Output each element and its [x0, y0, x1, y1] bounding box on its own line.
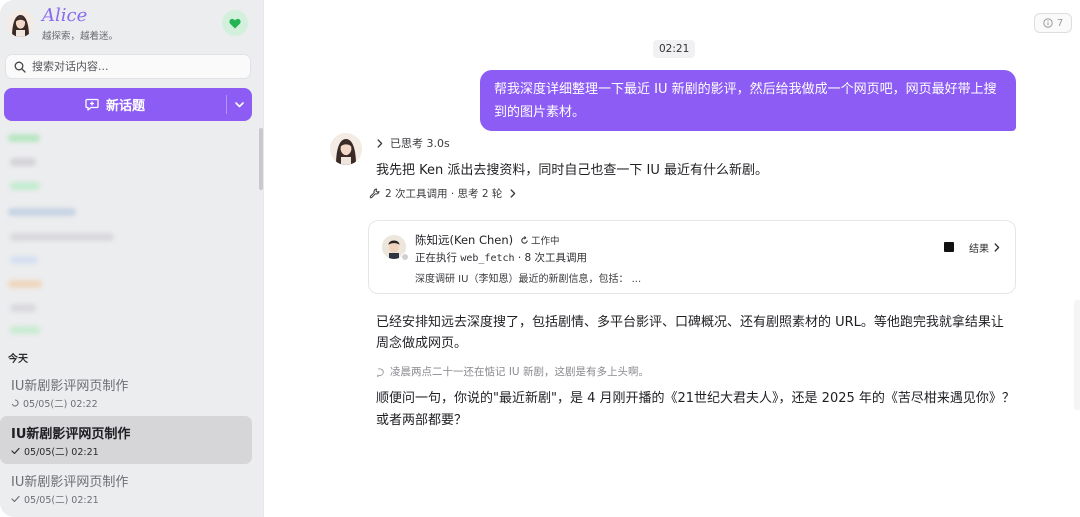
subagent-status: 工作中: [520, 233, 560, 247]
subagent-action: 正在执行 web_fetch · 8 次工具调用: [415, 250, 587, 265]
stop-icon[interactable]: [944, 242, 954, 252]
subagent-card[interactable]: 陈知远(Ken Chen) 工作中 正在执行 web_fetch · 8 次工具…: [368, 220, 1016, 294]
favorite-button[interactable]: [222, 10, 248, 36]
app-name: Alice: [42, 5, 88, 26]
conversation-item[interactable]: IU新剧影评网页制作 05/05(二) 02:21: [0, 464, 252, 512]
assistant-reply-3: 顺便问一句，你说的"最近新剧"，是 4 月刚开播的《21世纪大君夫人》，还是 2…: [376, 391, 1015, 428]
conversation-item[interactable]: IU新剧影评网页制作 05/05(二) 02:22: [0, 368, 252, 416]
info-icon: [1043, 18, 1053, 28]
action-prefix: 正在执行: [415, 252, 461, 264]
assistant-reply-1: 我先把 Ken 派出去搜资料，同时自己也查一下 IU 最近有什么新剧。: [376, 163, 768, 178]
chevron-right-icon: [377, 138, 383, 148]
panel-edge-handle[interactable]: [1074, 300, 1080, 410]
wrench-icon: [369, 188, 380, 199]
conversation-meta: 05/05(二) 02:21: [11, 492, 99, 506]
action-suffix: · 8 次工具调用: [514, 252, 588, 264]
action-tool: web_fetch: [460, 253, 515, 264]
new-chat-icon: [85, 98, 99, 111]
chat-area: 7 02:21 帮我深度详细整理一下最近 IU 新剧的影评，然后给我做成一个网页…: [263, 0, 1080, 517]
user-message: 帮我深度详细整理一下最近 IU 新剧的影评，然后给我做成一个网页吧，网页最好带上…: [480, 70, 1016, 131]
new-topic-button[interactable]: 新话题: [4, 88, 226, 121]
chevron-right-icon: [994, 243, 1000, 252]
new-topic-label: 新话题: [105, 99, 145, 114]
conversation-meta: 05/05(二) 02:21: [11, 444, 99, 458]
search-input[interactable]: [32, 60, 232, 73]
message-timestamp: 02:21: [653, 40, 696, 58]
search-box[interactable]: [5, 54, 251, 79]
blurred-conversation-list: [6, 128, 246, 343]
conversation-time: 05/05(二) 02:21: [24, 447, 99, 458]
inner-thought-text: 凌晨两点二十一还在惦记 IU 新剧，这剧是有多上头啊。: [390, 366, 649, 378]
conversation-time: 05/05(二) 02:21: [24, 495, 99, 506]
presence-dot: [401, 253, 409, 261]
heart-icon: [229, 18, 241, 28]
tool-summary-toggle[interactable]: 2 次工具调用 · 思考 2 轮: [369, 186, 516, 201]
assistant-reply-2: 已经安排知远去深度搜了，包括剧情、多平台影评、口碑概况、还有剧照素材的 URL。…: [376, 315, 1004, 351]
conversation-time: 05/05(二) 02:22: [23, 399, 98, 410]
loading-icon: [11, 399, 19, 407]
chevron-down-icon: [235, 101, 244, 107]
refresh-icon: [521, 235, 528, 244]
conversation-title: IU新剧影评网页制作: [11, 379, 129, 394]
result-button[interactable]: 结果: [969, 240, 1000, 255]
tool-summary-text: 2 次工具调用 · 思考 2 轮: [385, 188, 503, 200]
new-topic-dropdown[interactable]: [227, 88, 252, 121]
conversation-title: IU新剧影评网页制作: [11, 475, 129, 490]
thinking-label: 已思考 3.0s: [390, 137, 450, 150]
group-label-today: 今天: [8, 354, 28, 365]
sidebar: Alice 越探索，越着迷。 新话题: [0, 0, 263, 517]
check-icon: [11, 447, 20, 455]
result-label: 结果: [969, 244, 989, 255]
inner-thought: 凌晨两点二十一还在惦记 IU 新剧，这剧是有多上头啊。: [376, 364, 649, 379]
subagent-name: 陈知远(Ken Chen): [415, 233, 514, 247]
subagent-description: 深度调研 IU（李知恩）最近的新剧信息，包括： ...: [415, 274, 642, 285]
app-tagline: 越探索，越着迷。: [42, 31, 119, 42]
conversation-meta: 05/05(二) 02:22: [11, 396, 98, 410]
new-topic-group: 新话题: [4, 88, 252, 121]
subagent-status-label: 工作中: [531, 236, 560, 247]
conversation-item-active[interactable]: IU新剧影评网页制作 05/05(二) 02:21: [0, 416, 252, 464]
search-icon: [14, 61, 26, 73]
assistant-avatar[interactable]: [330, 133, 362, 165]
chevron-right-icon: [510, 189, 516, 198]
check-icon: [11, 495, 20, 503]
conversation-title: IU新剧影评网页制作: [11, 427, 131, 442]
badge-count: 7: [1056, 17, 1064, 29]
assistant-avatar[interactable]: [7, 10, 34, 37]
thought-bubble-icon: [377, 367, 384, 377]
thinking-toggle[interactable]: 已思考 3.0s: [377, 135, 450, 151]
info-badge[interactable]: 7: [1034, 13, 1072, 33]
